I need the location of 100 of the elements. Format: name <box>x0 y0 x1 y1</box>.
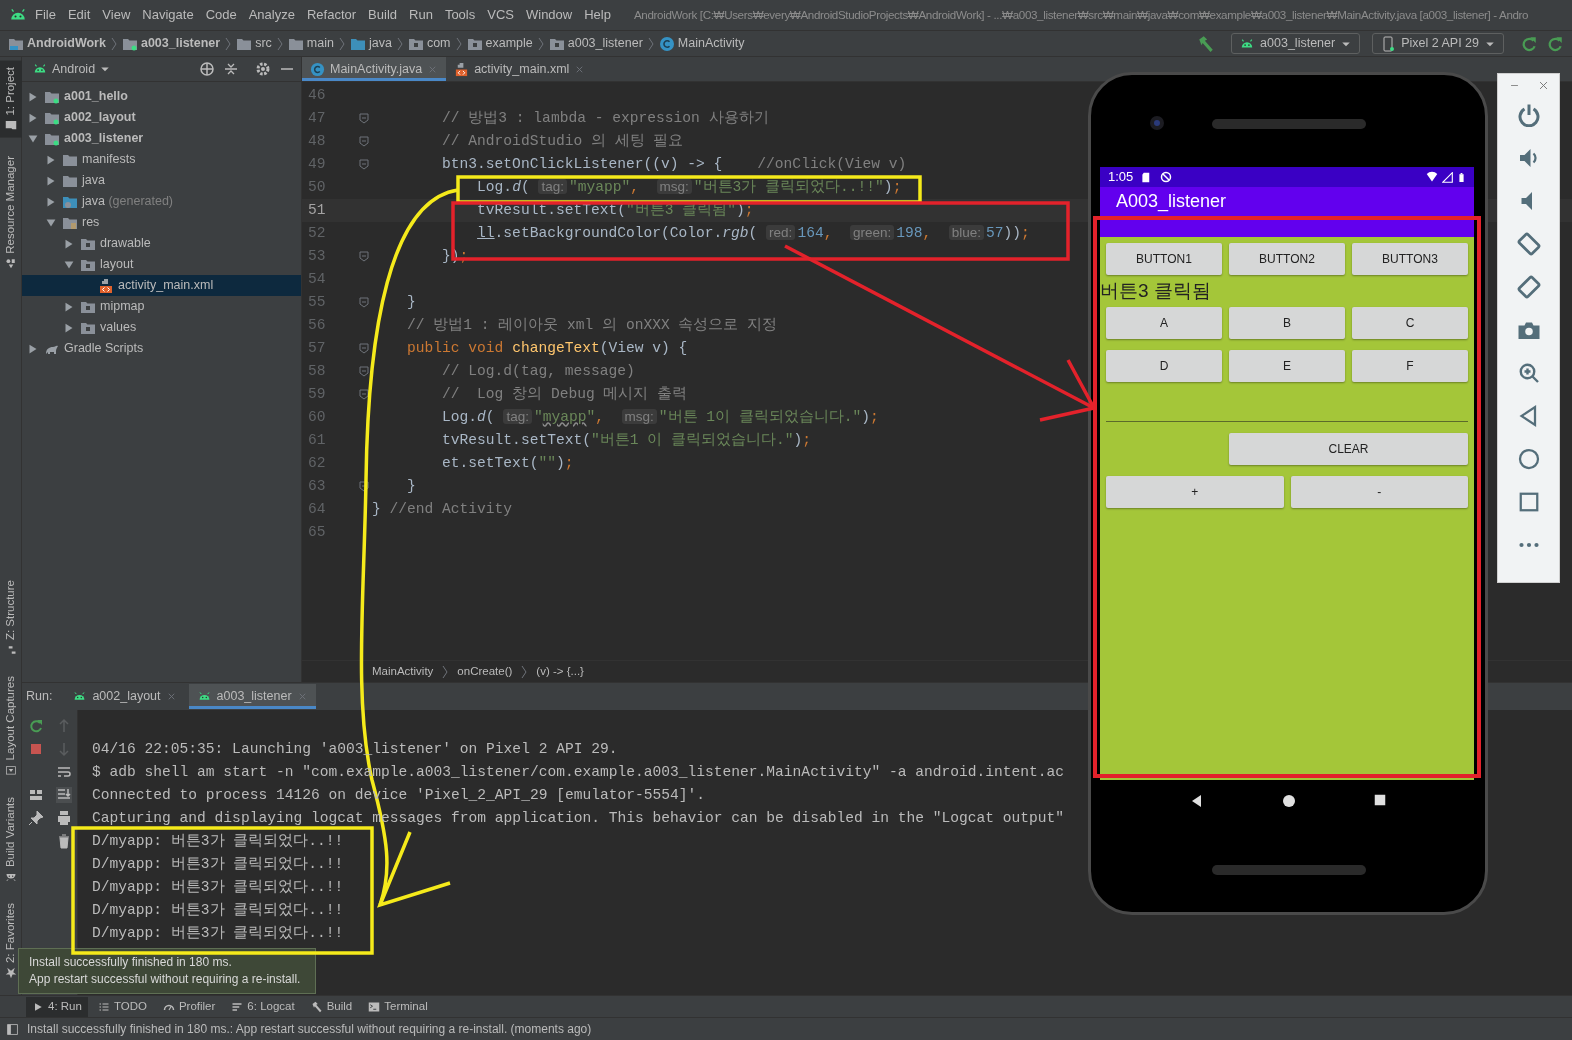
code-line: tvResult.setText("버튼1 이 클릭되었습니다."); <box>441 430 812 450</box>
breadcrumb-link[interactable]: a003_listener <box>140 34 221 53</box>
rotate-right-icon[interactable] <box>1516 275 1541 299</box>
editor-tab[interactable]: activity_main.xml <box>446 57 594 81</box>
trash-icon[interactable] <box>56 832 72 849</box>
menu-item[interactable]: File <box>30 5 61 25</box>
tree-item[interactable]: activity_main.xml <box>22 275 301 296</box>
fold-icon[interactable] <box>358 388 370 401</box>
apply-changes-icon[interactable] <box>1520 34 1538 53</box>
menu-item[interactable]: Navigate <box>137 5 199 25</box>
overview-icon[interactable] <box>1373 793 1387 807</box>
chevron-icon <box>224 36 233 51</box>
editor-tab[interactable]: MainActivity.java <box>302 57 447 81</box>
tool-window-button[interactable]: TODO <box>91 996 153 1017</box>
run-tab[interactable]: a002_layout <box>64 684 185 709</box>
apply-code-changes-icon[interactable] <box>1546 34 1564 53</box>
breadcrumb-link[interactable]: com <box>426 34 451 53</box>
breadcrumb-link[interactable]: MainActivity <box>372 662 434 681</box>
breadcrumb-link[interactable]: a003_listener <box>567 34 643 53</box>
breadcrumb-link[interactable]: example <box>485 34 533 53</box>
breadcrumb-link[interactable]: src <box>255 34 272 53</box>
device-dropdown[interactable]: Pixel 2 API 29 <box>1372 33 1504 54</box>
side-tab[interactable]: Z: Structure <box>0 574 22 663</box>
run-config-dropdown[interactable]: a003_listener <box>1231 33 1361 54</box>
side-tab[interactable]: Resource Manager <box>0 149 22 276</box>
app-button[interactable]: BUTTON1 <box>1106 243 1222 275</box>
tree-item[interactable]: layout <box>22 254 301 275</box>
step-button[interactable]: + <box>1106 476 1284 508</box>
menu-item[interactable]: Build <box>363 5 402 25</box>
tool-window-button[interactable]: Profiler <box>156 996 222 1017</box>
code-line: } <box>406 476 416 496</box>
tree-item[interactable]: Gradle Scripts <box>22 338 301 359</box>
fold-icon[interactable] <box>358 480 370 493</box>
pin-icon[interactable] <box>28 809 44 826</box>
breadcrumb-link[interactable]: AndroidWork <box>27 34 106 53</box>
breadcrumb-link[interactable]: onCreate() <box>457 662 513 681</box>
side-tab[interactable]: 2: Favorites <box>0 896 22 985</box>
tool-window-button[interactable]: 4: Run <box>26 996 88 1017</box>
power-icon[interactable] <box>1516 103 1541 127</box>
menu-item[interactable]: Help <box>579 5 616 25</box>
tool-window-button[interactable]: 6: Logcat <box>225 996 301 1017</box>
app-button[interactable]: BUTTON3 <box>1352 243 1468 275</box>
menu-item[interactable]: Run <box>404 5 438 25</box>
menu-item[interactable]: VCS <box>482 5 519 25</box>
view-dropdown[interactable]: Android <box>28 59 112 79</box>
tool-window-button[interactable]: Terminal <box>362 996 434 1017</box>
menu-item[interactable]: Edit <box>62 5 96 25</box>
home-icon[interactable] <box>1281 793 1297 809</box>
panel-toggle-icon[interactable] <box>6 1022 19 1036</box>
tree-item[interactable]: manifests <box>22 149 301 170</box>
close-icon[interactable] <box>1537 80 1549 91</box>
chevron-icon <box>520 664 529 679</box>
tool-window-button[interactable]: Build <box>304 996 359 1017</box>
step-button[interactable]: - <box>1290 476 1468 508</box>
xml-file-icon <box>454 61 470 77</box>
code-line: public void changeText(View v) { <box>406 338 688 358</box>
tree-item[interactable]: a001_hello <box>22 86 301 107</box>
menu-item[interactable]: View <box>97 5 136 25</box>
breadcrumb-link[interactable]: java <box>368 34 392 53</box>
line-number: 63 <box>307 476 327 496</box>
tree-item[interactable]: values <box>22 317 301 338</box>
breadcrumb-link[interactable]: MainActivity <box>677 34 745 53</box>
line-number: 56 <box>307 315 327 335</box>
tree-item[interactable]: a003_listener <box>22 128 301 149</box>
side-tab[interactable]: Layout Captures <box>0 670 22 783</box>
run-tab[interactable]: a003_listener <box>188 684 316 709</box>
app-button[interactable]: C <box>1352 307 1468 339</box>
breadcrumb-link[interactable]: main <box>306 34 334 53</box>
scroll-end-icon[interactable] <box>56 786 72 803</box>
rerun-icon[interactable] <box>28 717 44 734</box>
tree-item[interactable]: java (generated) <box>22 191 301 212</box>
tree-item[interactable]: a002_layout <box>22 107 301 128</box>
breadcrumb-link[interactable]: (v) -> {...} <box>536 662 584 681</box>
app-button[interactable]: BUTTON2 <box>1229 243 1345 275</box>
rotate-left-icon[interactable] <box>1516 232 1541 256</box>
logcat-icon <box>231 1000 244 1013</box>
tree-item[interactable]: drawable <box>22 233 301 254</box>
menu-item[interactable]: Refactor <box>301 5 362 25</box>
tree-item[interactable]: java <box>22 170 301 191</box>
app-button[interactable]: D <box>1106 350 1222 382</box>
signal-icon <box>1442 171 1453 183</box>
menu-item[interactable]: Analyze <box>243 5 300 25</box>
chevron-icon <box>109 36 118 51</box>
tree-item[interactable]: res <box>22 212 301 233</box>
print-icon[interactable] <box>56 809 72 826</box>
app-button[interactable]: F <box>1352 350 1468 382</box>
menu-item[interactable]: Code <box>200 5 242 25</box>
side-tab[interactable]: 1: Project <box>0 61 22 138</box>
menu-item[interactable]: Tools <box>439 5 481 25</box>
line-number: 46 <box>307 85 327 105</box>
menu-item[interactable]: Window <box>520 5 578 25</box>
side-tab[interactable]: Build Variants <box>0 790 22 889</box>
app-button[interactable]: A <box>1106 307 1222 339</box>
clear-button[interactable]: CLEAR <box>1229 433 1468 465</box>
collapse-icon[interactable] <box>223 61 239 77</box>
app-button[interactable]: E <box>1229 350 1345 382</box>
crosshair-icon[interactable] <box>199 61 215 77</box>
tree-item[interactable]: mipmap <box>22 296 301 317</box>
settings-icon[interactable] <box>255 61 271 77</box>
app-button[interactable]: B <box>1229 307 1345 339</box>
